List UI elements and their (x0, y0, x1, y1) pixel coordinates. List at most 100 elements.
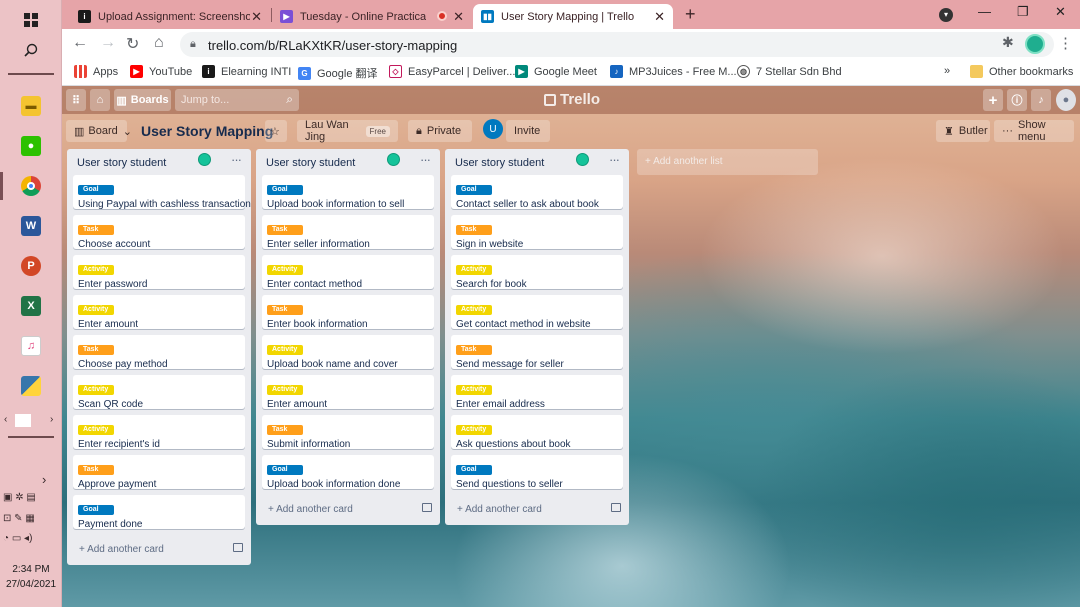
card[interactable]: Activity Get contact method in website (451, 295, 623, 330)
tray-icons-row3[interactable]: ◔ ▭ ◂) (3, 533, 32, 544)
star-board-button[interactable]: ☆ (265, 120, 287, 142)
card[interactable]: Activity Scan QR code (73, 375, 245, 410)
restore-button[interactable]: ❐ (1017, 4, 1029, 20)
taskbar-clock[interactable]: 2:34 PM 27/04/2021 (0, 562, 62, 592)
extensions-puzzle-icon[interactable]: ✱ (1002, 34, 1014, 51)
address-bar[interactable]: 🔒︎ trello.com/b/RLaKXtKR/user-story-mapp… (180, 32, 1054, 57)
card[interactable]: Goal Upload book information done (262, 455, 434, 490)
notifications-bell-icon[interactable]: ♪ (1031, 89, 1051, 111)
file-explorer-app[interactable]: ▬ (0, 86, 62, 126)
card[interactable]: Task Submit information (262, 415, 434, 450)
forward-button[interactable]: → (100, 34, 116, 52)
add-card-button[interactable]: + Add another card (445, 495, 629, 525)
app-switcher-icon[interactable]: ⠿ (66, 89, 86, 111)
back-button[interactable]: ← (72, 34, 88, 52)
python-app[interactable] (0, 366, 62, 406)
new-tab-button[interactable]: + (685, 4, 696, 25)
close-window-button[interactable]: ✕ (1055, 4, 1066, 20)
list-actions-icon[interactable]: ··· (231, 152, 242, 167)
card[interactable]: Activity Enter password (73, 255, 245, 290)
list-header[interactable]: User story student ··· (67, 149, 251, 175)
card[interactable]: Activity Enter amount (262, 375, 434, 410)
wechat-app[interactable]: ● (0, 126, 62, 166)
create-button[interactable]: + (983, 89, 1003, 111)
browser-tab[interactable]: ▶ Tuesday - Online Practical (1 ✕ (272, 4, 472, 29)
word-app[interactable]: W (0, 206, 62, 246)
close-tab-icon[interactable]: ✕ (251, 9, 262, 25)
card[interactable]: Task Enter book information (262, 295, 434, 330)
bookmarks-overflow-button[interactable]: » (944, 65, 950, 77)
tray-icons-row2[interactable]: ⊡ ✎ ▦ (3, 513, 35, 524)
card-template-icon[interactable] (233, 543, 243, 552)
card[interactable]: Goal Using Paypal with cashless transacti… (73, 175, 251, 210)
card[interactable]: Task Send message for seller (451, 335, 623, 370)
invite-button[interactable]: Invite (506, 120, 550, 142)
add-card-button[interactable]: + Add another card (256, 495, 440, 525)
grammarly-icon[interactable] (387, 153, 400, 166)
grammarly-icon[interactable] (198, 153, 211, 166)
excel-app[interactable]: X (0, 286, 62, 326)
card[interactable]: Goal Upload book information to sell (262, 175, 434, 210)
card[interactable]: Task Enter seller information (262, 215, 434, 250)
scroll-left-icon[interactable]: ‹ (4, 414, 7, 425)
card[interactable]: Activity Upload book name and cover (262, 335, 434, 370)
card[interactable]: Task Choose pay method (73, 335, 245, 370)
bookmark-google-translate[interactable]: G Google 翻译 (298, 65, 378, 81)
search-button[interactable] (0, 30, 62, 70)
bookmark-mp3juices[interactable]: ♪ MP3Juices - Free M... (610, 65, 737, 78)
card[interactable]: Activity Enter email address (451, 375, 623, 410)
home-button[interactable]: ⌂ (154, 34, 164, 52)
card[interactable]: Task Choose account (73, 215, 245, 250)
grammarly-icon[interactable] (576, 153, 589, 166)
bookmark-google-meet[interactable]: ▶ Google Meet (515, 65, 597, 78)
chrome-app[interactable] (0, 166, 62, 206)
close-tab-icon[interactable]: ✕ (654, 9, 665, 25)
board-view-switcher[interactable]: ▥ Board ⌄ (66, 120, 132, 142)
show-menu-button[interactable]: ··· Show menu (994, 119, 1074, 143)
boards-button[interactable]: ▥ Boards (114, 89, 171, 111)
close-tab-icon[interactable]: ✕ (453, 9, 464, 25)
lock-icon[interactable]: 🔒︎ (190, 38, 196, 51)
bookmark-apps[interactable]: Apps (74, 65, 118, 78)
card[interactable]: Activity Ask questions about book (451, 415, 623, 450)
add-another-list-button[interactable]: + Add another list (637, 149, 818, 175)
trello-logo[interactable]: Trello (544, 91, 600, 108)
chevron-up-icon[interactable]: › (42, 472, 46, 487)
list-title[interactable]: User story student (266, 157, 355, 169)
card[interactable]: Task Approve payment (73, 455, 245, 490)
other-bookmarks-folder[interactable]: Other bookmarks (970, 65, 1073, 78)
bookmark-7-stellar[interactable]: ◍ 7 Stellar Sdn Bhd (737, 65, 842, 78)
card[interactable]: Goal Payment done (73, 495, 245, 530)
card[interactable]: Task Sign in website (451, 215, 623, 250)
list-title[interactable]: User story student (455, 157, 544, 169)
visibility-button[interactable]: 🔒︎ Private (408, 120, 472, 142)
list-title[interactable]: User story student (77, 157, 166, 169)
card[interactable]: Activity Enter recipient's id (73, 415, 245, 450)
card[interactable]: Goal Contact seller to ask about book (451, 175, 623, 210)
card[interactable]: Activity Enter amount (73, 295, 245, 330)
minimize-button[interactable]: — (978, 4, 991, 19)
member-avatar[interactable]: ● (1056, 89, 1076, 111)
board-member-avatar[interactable]: U (483, 119, 503, 139)
bookmark-youtube[interactable]: ▶ YouTube (130, 65, 192, 78)
bookmark-elearning[interactable]: i Elearning INTI (202, 65, 291, 78)
list-header[interactable]: User story student ··· (256, 149, 440, 175)
card[interactable]: Activity Search for book (451, 255, 623, 290)
board-title[interactable]: User Story Mapping (141, 123, 273, 139)
profile-avatar[interactable] (1025, 34, 1045, 54)
browser-menu-icon[interactable]: ⋮ (1058, 34, 1073, 52)
reload-button[interactable]: ↻ (126, 34, 139, 54)
card[interactable]: Goal Send questions to seller (451, 455, 623, 490)
home-icon[interactable]: ⌂ (90, 89, 110, 111)
card[interactable]: Activity Enter contact method (262, 255, 434, 290)
itunes-app[interactable]: ♫ (0, 326, 62, 366)
tab-search-icon[interactable]: ▾ (939, 8, 953, 22)
workspace-button[interactable]: Lau Wan Jing Free (297, 119, 398, 143)
card-template-icon[interactable] (422, 503, 432, 512)
add-card-button[interactable]: + Add another card (67, 535, 251, 565)
scroll-right-icon[interactable]: › (50, 414, 53, 425)
list-header[interactable]: User story student ··· (445, 149, 629, 175)
butler-button[interactable]: ♜ Butler (936, 120, 990, 142)
info-icon[interactable]: ⓘ (1007, 89, 1027, 111)
card-template-icon[interactable] (611, 503, 621, 512)
